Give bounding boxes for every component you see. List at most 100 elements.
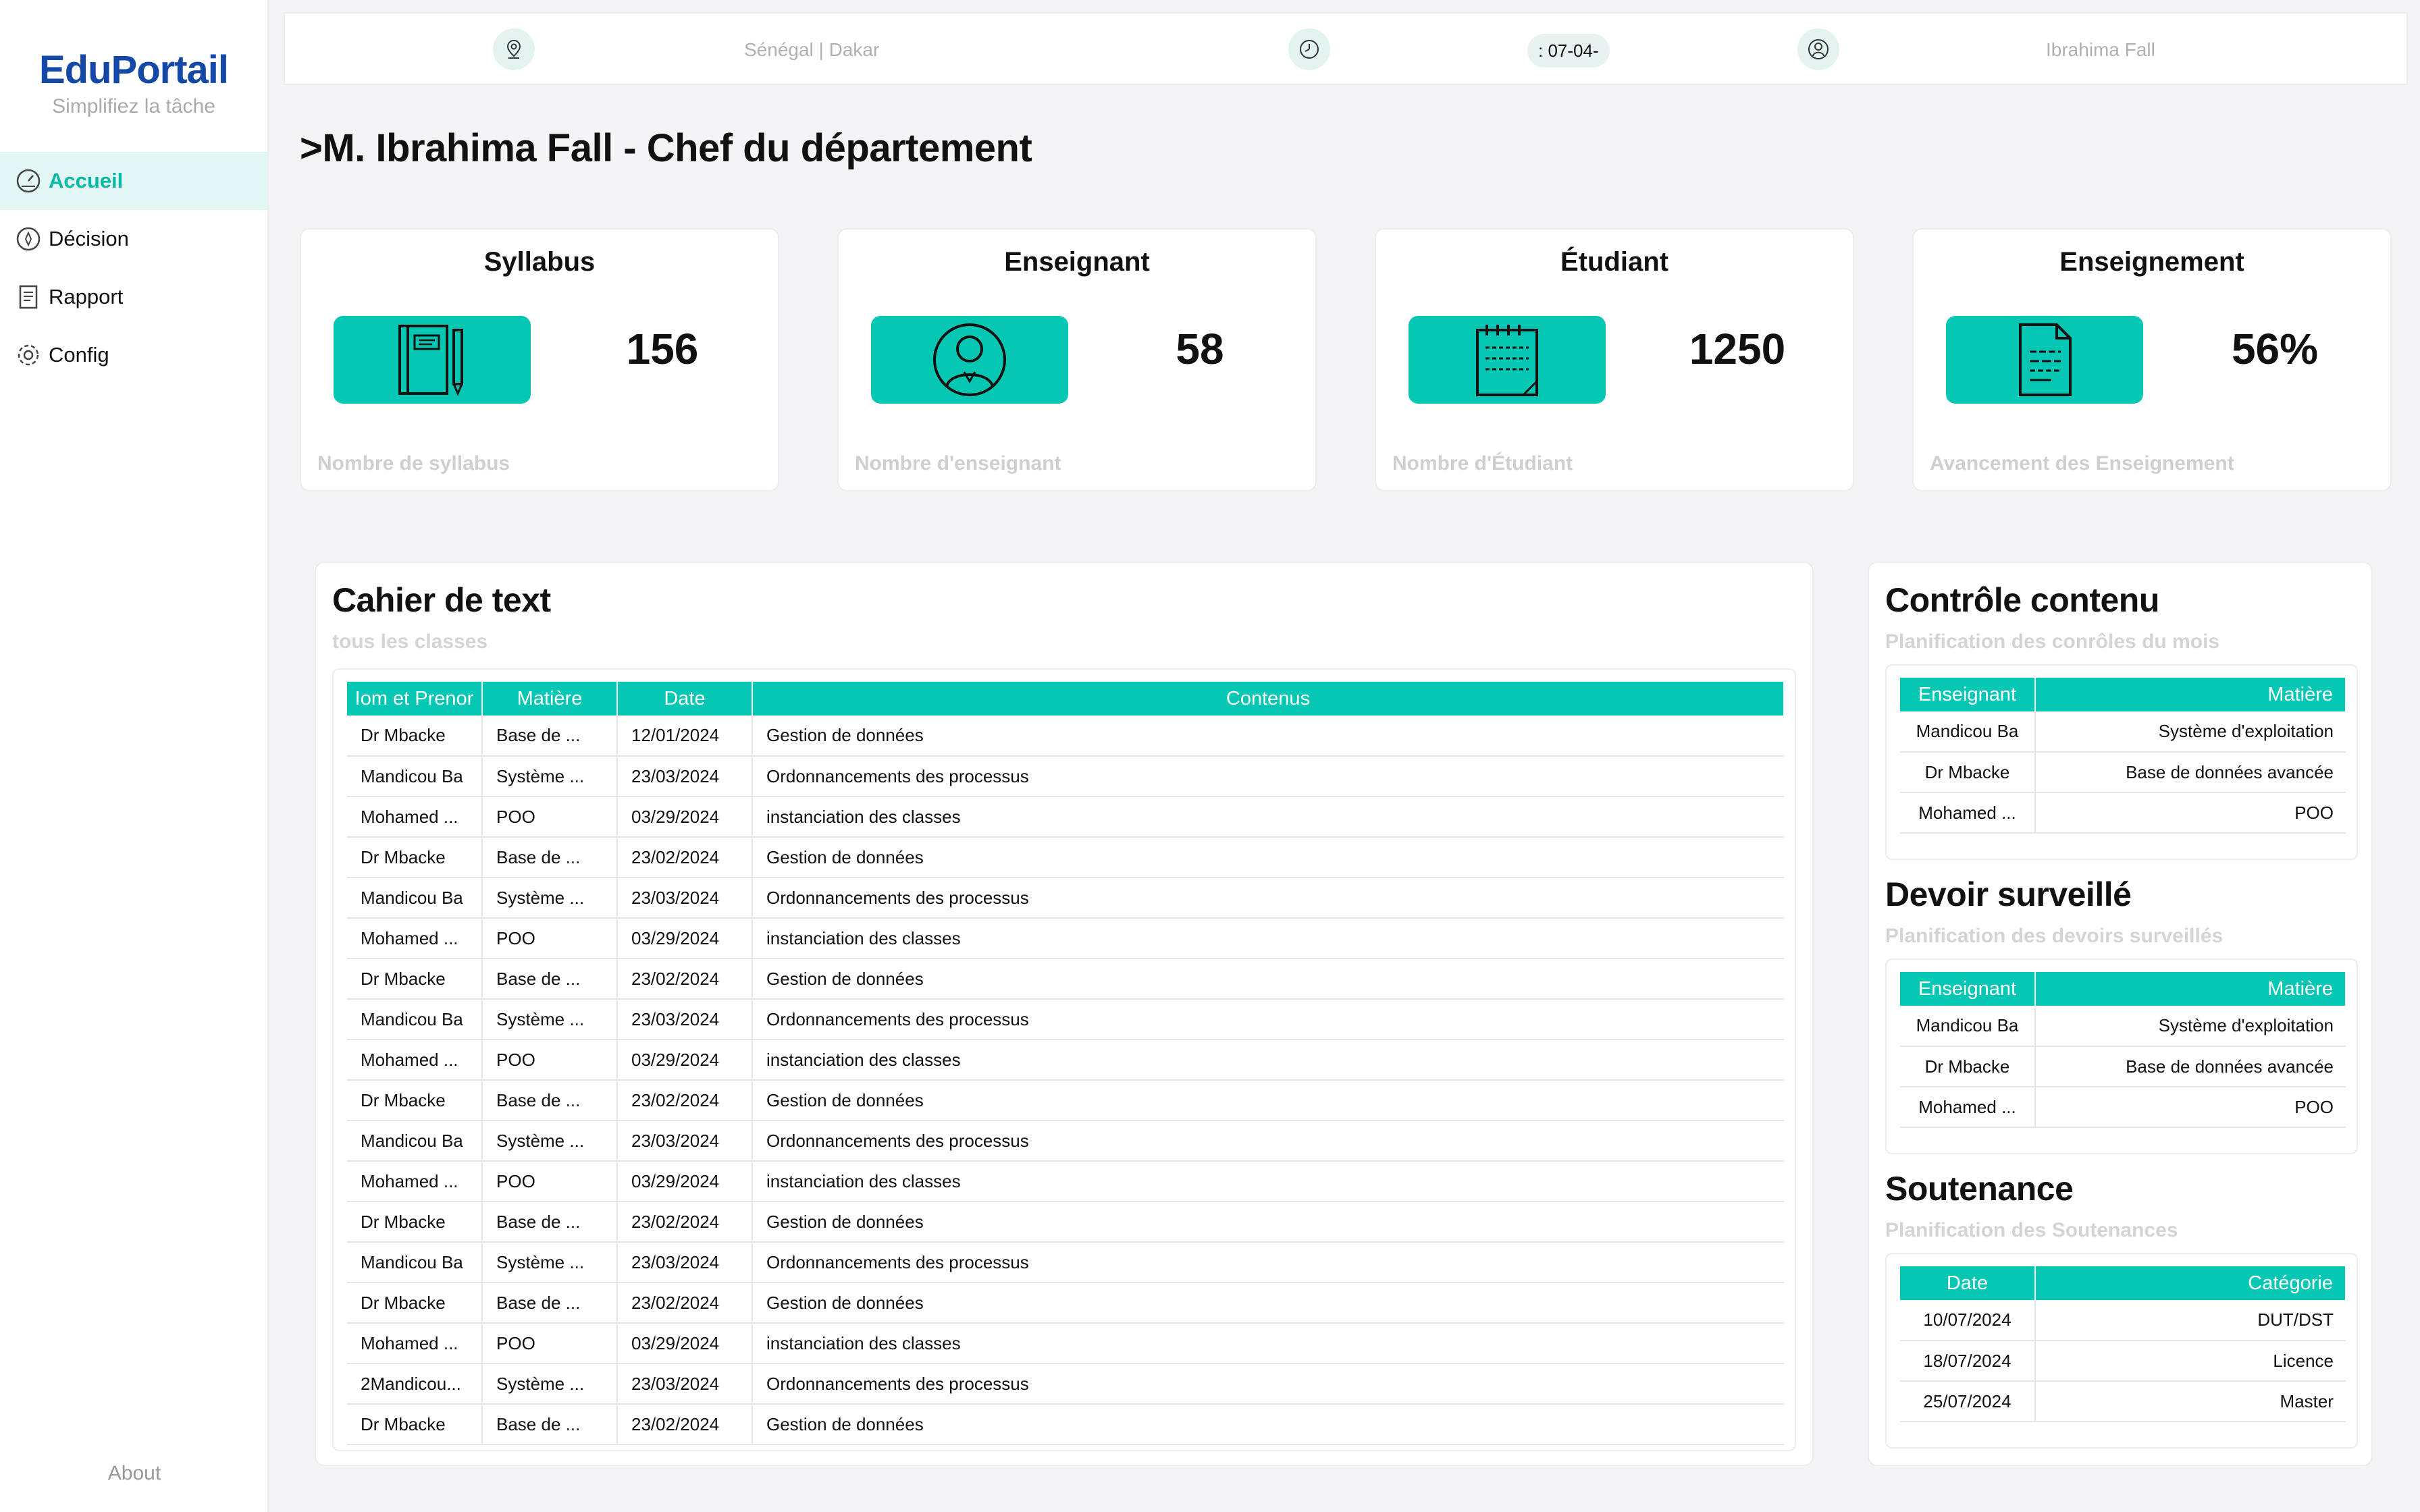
- table-cell: Licence: [2035, 1341, 2346, 1382]
- table-row[interactable]: Dr Mbacke Base de ... 23/02/2024 Gestion de…: [347, 1080, 1784, 1121]
- table-cell: Gestion de données: [752, 1080, 1784, 1121]
- table-cell: Mandicou Ba: [1900, 711, 2036, 753]
- table-cell: Base de ...: [482, 837, 618, 878]
- stat-card-value: 56%: [2231, 325, 2319, 373]
- table-cell: 23/02/2024: [617, 1202, 753, 1243]
- user-icon[interactable]: [1797, 28, 1839, 70]
- table-row[interactable]: Dr Mbacke Base de ... 23/02/2024 Gestion de…: [347, 1404, 1784, 1445]
- table-row[interactable]: Mohamed ... POO 03/29/2024 instanciation de…: [347, 796, 1784, 838]
- table-row[interactable]: Mohamed ... POO: [1900, 792, 2346, 834]
- about-link[interactable]: About: [0, 1462, 269, 1485]
- table-row[interactable]: Mohamed ... POO 03/29/2024 instanciation de…: [347, 1040, 1784, 1081]
- table-cell: POO: [482, 1040, 618, 1081]
- sidebar-item-rapport[interactable]: Rapport: [0, 268, 267, 326]
- table-cell: Ordonnancements des processus: [752, 1364, 1784, 1405]
- column-header-date[interactable]: Date: [617, 682, 753, 716]
- stat-card-title: Enseignement: [2059, 247, 2244, 277]
- sidebar-item-decision[interactable]: Décision: [0, 210, 267, 268]
- column-header-matiere[interactable]: Matière: [2035, 678, 2346, 711]
- table-row[interactable]: Mandicou Ba Système ... 23/03/2024 Ordonna…: [347, 1242, 1784, 1283]
- stat-card-etudiant[interactable]: Étudiant 1250 Nombre d'Étudiant: [1375, 228, 1854, 491]
- controle-table: Enseignant Matière Mandicou Ba Système d'…: [1900, 678, 2346, 834]
- stat-card-enseignement[interactable]: Enseignement 56% Avancement des Enseigne…: [1912, 228, 2392, 491]
- table-row[interactable]: Dr Mbacke Base de ... 23/02/2024 Gestion de…: [347, 1282, 1784, 1324]
- table-cell: 25/07/2024: [1900, 1381, 2036, 1422]
- table-row[interactable]: Mandicou Ba Système ... 23/03/2024 Ordonnan…: [347, 878, 1784, 919]
- right-panel: Contrôle contenu Planification des conrô…: [1868, 562, 2373, 1466]
- sidebar-item-config[interactable]: Config: [0, 326, 267, 384]
- soutenance-table-wrap[interactable]: Date Catégorie 10/07/2024 DUT/DST 18/07/20…: [1885, 1253, 2358, 1449]
- table-row[interactable]: Mandicou Ba Système ... 23/03/2024 Ordonna…: [347, 999, 1784, 1040]
- table-row[interactable]: Mandicou Ba Système d'exploitation: [1900, 711, 2346, 753]
- column-header-nom[interactable]: Iom et Prenor: [347, 682, 483, 716]
- table-cell: 12/01/2024: [617, 716, 753, 757]
- table-cell: Système ...: [482, 1120, 618, 1162]
- table-row[interactable]: 18/07/2024 Licence: [1900, 1341, 2346, 1382]
- user-name[interactable]: Ibrahima Fall: [2046, 14, 2155, 86]
- table-row[interactable]: 10/07/2024 DUT/DST: [1900, 1300, 2346, 1341]
- table-row[interactable]: Dr Mbacke Base de ... 23/02/2024 Gestion de…: [347, 837, 1784, 878]
- table-row[interactable]: Dr Mbacke Base de données avancée: [1900, 1046, 2346, 1087]
- table-cell: Dr Mbacke: [347, 1080, 483, 1121]
- table-cell: Base de ...: [482, 959, 618, 1000]
- brand: EduPortail Simplifiez la tâche: [0, 0, 267, 118]
- brand-tagline: Simplifiez la tâche: [52, 95, 215, 117]
- table-cell: Mohamed ...: [347, 1040, 483, 1081]
- table-row[interactable]: Mandicou Ba Système ... 23/03/2024 Ordonnan…: [347, 756, 1784, 797]
- table-row[interactable]: Mandicou Ba Système d'exploitation: [1900, 1006, 2346, 1047]
- table-cell: 2Mandicou...: [347, 1364, 483, 1405]
- stat-card-syllabus[interactable]: Syllabus 156 Nombre de syllabus: [300, 228, 779, 491]
- stat-card-enseignant[interactable]: Enseignant 58 Nombre d'enseignant: [837, 228, 1317, 491]
- controle-title: Contrôle contenu: [1885, 581, 2159, 619]
- table-cell: Mandicou Ba: [347, 756, 483, 797]
- cahier-table-body: Dr Mbacke Base de ... 12/01/2024 Gestion de…: [347, 716, 1784, 1445]
- column-header-contenus[interactable]: Contenus: [752, 682, 1785, 716]
- table-cell: Système ...: [482, 999, 618, 1040]
- table-row[interactable]: Dr Mbacke Base de ... 23/02/2024 Gestion de…: [347, 959, 1784, 1000]
- column-header-matiere[interactable]: Matière: [482, 682, 618, 716]
- column-header-enseignant[interactable]: Enseignant: [1900, 678, 2036, 711]
- brand-logo[interactable]: EduPortail: [0, 47, 267, 92]
- stat-card-subtitle: Nombre d'Étudiant: [1392, 452, 1573, 475]
- page-title: >M. Ibrahima Fall - Chef du département: [300, 126, 1032, 170]
- table-row[interactable]: Dr Mbacke Base de ... 12/01/2024 Gestion de…: [347, 716, 1784, 757]
- notebook-icon: [334, 316, 531, 404]
- table-row[interactable]: 25/07/2024 Master: [1900, 1381, 2346, 1422]
- table-cell: Gestion de données: [752, 959, 1784, 1000]
- sidebar-item-accueil[interactable]: Accueil: [0, 152, 267, 210]
- table-row[interactable]: Dr Mbacke Base de ... 23/02/2024 Gestion de…: [347, 1202, 1784, 1243]
- table-cell: 23/03/2024: [617, 756, 753, 797]
- topbar: Sénégal | Dakar : 07-04- Ibrahima Fall: [284, 12, 2408, 85]
- location-text: Sénégal | Dakar: [744, 39, 880, 60]
- table-row[interactable]: Mohamed ... POO 03/29/2024 instanciation de…: [347, 918, 1784, 959]
- table-cell: Gestion de données: [752, 1404, 1784, 1445]
- table-cell: Mandicou Ba: [1900, 1006, 2036, 1047]
- table-cell: Système ...: [482, 878, 618, 919]
- column-header-date[interactable]: Date: [1900, 1266, 2036, 1300]
- table-cell: 03/29/2024: [617, 796, 753, 838]
- table-row[interactable]: Mohamed ... POO 03/29/2024 instanciation de…: [347, 1161, 1784, 1202]
- table-header-row: Date Catégorie: [1900, 1266, 2346, 1300]
- column-header-enseignant[interactable]: Enseignant: [1900, 972, 2036, 1006]
- cahier-table-wrap[interactable]: Iom et Prenor Matière Date Contenus Dr M…: [332, 668, 1796, 1451]
- column-header-matiere[interactable]: Matière: [2035, 972, 2346, 1006]
- table-row[interactable]: Dr Mbacke Base de données avancée: [1900, 752, 2346, 793]
- table-row[interactable]: Mohamed ... POO: [1900, 1087, 2346, 1128]
- table-cell: Mohamed ...: [1900, 792, 2036, 834]
- table-cell: POO: [482, 1161, 618, 1202]
- table-row[interactable]: 2Mandicou... Système ... 23/03/2024 Ordonn…: [347, 1364, 1784, 1405]
- date-display: : 07-04-: [1527, 34, 1610, 68]
- table-row[interactable]: Mandicou Ba Système ... 23/03/2024 Ordonna…: [347, 1120, 1784, 1162]
- sidebar-item-label: Accueil: [49, 169, 124, 192]
- gear-icon: [14, 340, 43, 370]
- column-header-categorie[interactable]: Catégorie: [2035, 1266, 2346, 1300]
- table-row[interactable]: Mohamed ... POO 03/29/2024 instanciation de…: [347, 1323, 1784, 1364]
- table-cell: Mohamed ...: [347, 796, 483, 838]
- table-cell: Mandicou Ba: [347, 878, 483, 919]
- table-cell: Mandicou Ba: [347, 1120, 483, 1162]
- devoir-table-wrap[interactable]: Enseignant Matière Mandicou Ba Système d'…: [1885, 959, 2358, 1154]
- table-cell: Ordonnancements des processus: [752, 999, 1784, 1040]
- table-cell: 03/29/2024: [617, 1323, 753, 1364]
- table-cell: Dr Mbacke: [1900, 752, 2036, 793]
- controle-table-wrap[interactable]: Enseignant Matière Mandicou Ba Système d'…: [1885, 664, 2358, 860]
